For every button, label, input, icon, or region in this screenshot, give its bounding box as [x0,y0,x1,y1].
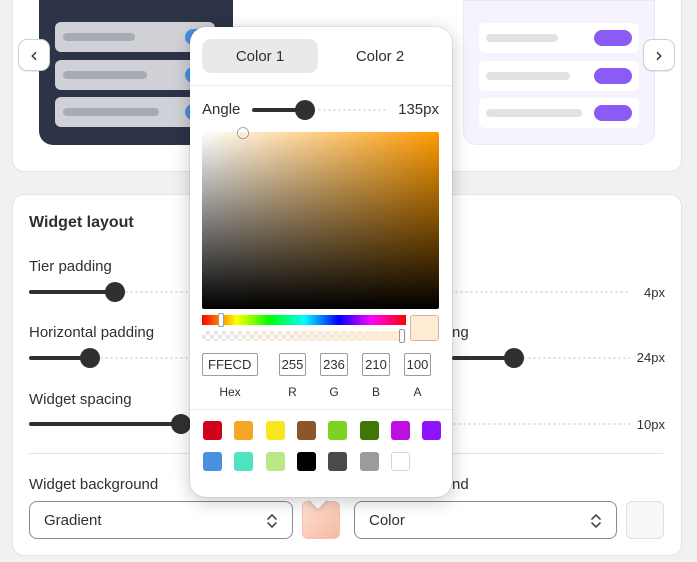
alpha-slider[interactable] [202,329,406,343]
chevron-right-icon: › [655,43,663,67]
gradient-swatch-button[interactable] [302,501,340,539]
preset-swatch[interactable] [328,452,348,471]
light-preview-bar [486,109,582,117]
slider-thumb[interactable] [295,100,315,120]
select-value: Color [369,511,405,529]
tier-padding-label: Tier padding [29,258,112,275]
current-color-preview [410,315,439,341]
color-tabs: Color 1 Color 2 [202,39,438,73]
preset-swatch[interactable] [265,452,285,471]
preset-swatch[interactable] [265,421,285,440]
slider-fill [29,422,181,426]
section-title: Widget layout [29,214,134,231]
angle-slider[interactable] [252,100,388,120]
dark-preview-bar [63,33,135,41]
green-label: G [329,385,339,399]
popover-divider [190,409,452,410]
preset-swatch[interactable] [359,421,379,440]
light-preview-toggle [594,30,632,46]
hue-slider[interactable] [202,313,406,327]
tier-padding-value: 4px [644,285,665,300]
right-padding-value: 24px [636,350,665,365]
blue-input[interactable]: 210 [362,353,390,376]
horizontal-padding-label: Horizontal padding [29,324,155,341]
slider-thumb[interactable] [105,282,125,302]
right-padding-label: ng [452,324,469,341]
slider-thumb[interactable] [80,348,100,368]
angle-value: 135px [398,101,439,118]
light-preview-row [479,23,639,53]
light-preview-toggle [594,105,632,121]
dark-preview-bar [63,108,159,116]
select-chevron-icon [267,514,277,528]
widget-spacing-value: 10px [636,417,665,432]
previous-button[interactable]: ‹ [18,39,50,71]
slider-fill [29,290,115,294]
preset-swatch[interactable] [234,452,254,471]
red-input[interactable]: 255 [279,353,306,376]
light-preview-row [479,98,639,128]
select-value: Gradient [44,511,102,529]
hex-label: Hex [219,385,241,399]
alpha-input[interactable]: 100 [404,353,431,376]
slider-thumb[interactable] [504,348,524,368]
color-cursor[interactable] [238,128,248,138]
preset-swatch[interactable] [234,421,254,440]
widget-spacing-slider[interactable] [29,414,191,434]
color-picker-popover: Color 1 Color 2 Angle 135px FFECD 255 23… [190,27,452,497]
light-theme-preview[interactable] [463,0,655,145]
green-input[interactable]: 236 [320,353,348,376]
alpha-handle[interactable] [399,329,405,343]
red-label: R [288,385,297,399]
alpha-label: A [413,385,422,399]
preset-swatch[interactable] [422,421,442,440]
chevron-left-icon: ‹ [30,43,38,67]
tab-color-2[interactable]: Color 2 [322,39,438,73]
preset-swatch[interactable] [203,421,222,440]
preset-swatch[interactable] [296,421,316,440]
preset-swatch[interactable] [390,452,410,471]
preset-swatch[interactable] [390,421,410,440]
preset-swatch[interactable] [328,421,348,440]
tab-color-1[interactable]: Color 1 [202,39,318,73]
preset-swatch[interactable] [296,452,316,471]
right-background-label: nd [452,476,469,493]
popover-divider [190,85,452,86]
saturation-value-area[interactable] [202,128,439,309]
slider-thumb[interactable] [171,414,191,434]
widget-background-label: Widget background [29,476,159,493]
preset-swatch[interactable] [359,452,379,471]
light-preview-row [479,61,639,91]
hue-handle[interactable] [218,313,224,327]
horizontal-padding-slider[interactable] [29,348,191,368]
light-preview-bar [486,34,558,42]
color-swatch-button[interactable] [626,501,664,539]
light-preview-toggle [594,68,632,84]
next-button[interactable]: › [643,39,675,71]
blue-label: B [371,385,380,399]
dark-preview-bar [63,71,147,79]
background-type-select[interactable]: Color [354,501,617,539]
widget-background-select[interactable]: Gradient [29,501,293,539]
preset-swatch[interactable] [203,452,222,471]
angle-label: Angle [202,101,241,118]
widget-spacing-label: Widget spacing [29,391,132,408]
select-chevron-icon [591,514,601,528]
hex-input[interactable]: FFECD [202,353,258,376]
light-preview-bar [486,72,570,80]
